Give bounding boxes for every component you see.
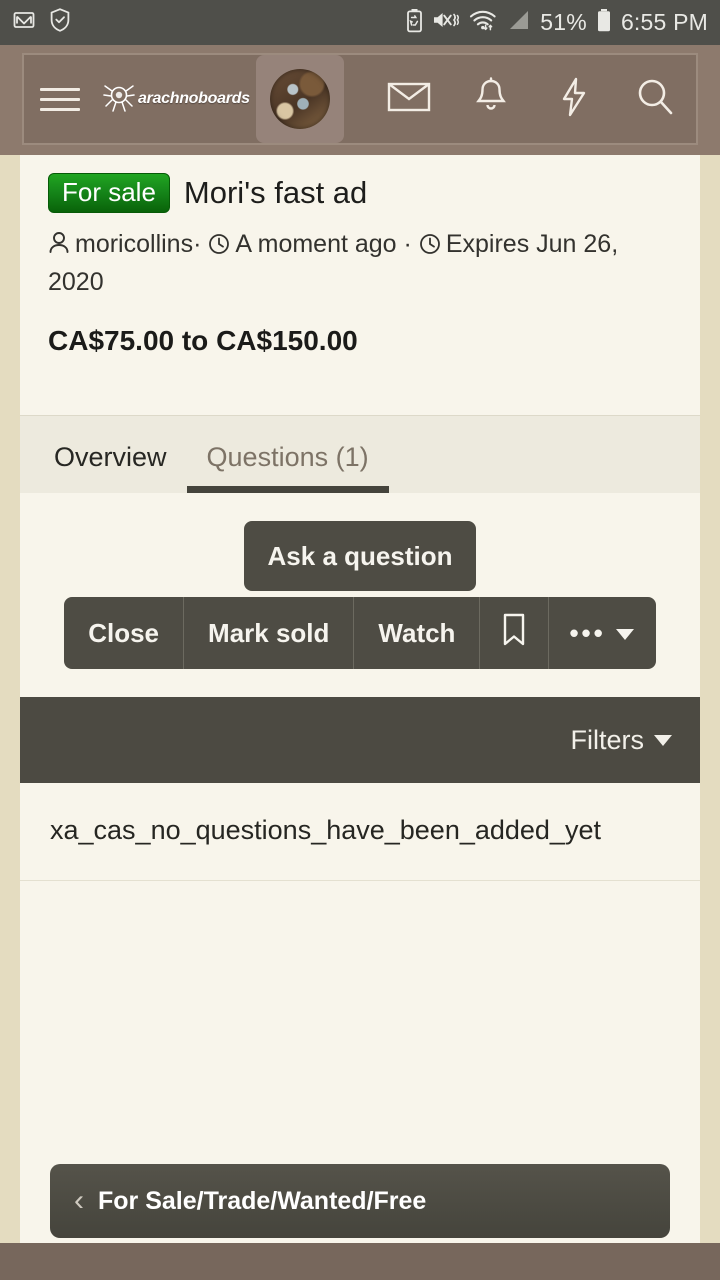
filters-label: Filters: [570, 724, 645, 755]
status-badge: For sale: [48, 173, 170, 213]
bookmark-button[interactable]: [480, 597, 550, 669]
menu-button[interactable]: [24, 55, 96, 143]
chevron-down-icon-filters: [654, 734, 672, 746]
signal-icon: [507, 8, 531, 37]
clock-time: 6:55 PM: [620, 9, 708, 35]
battery-icon: [596, 8, 612, 38]
tab-questions[interactable]: Questions (1): [186, 416, 389, 493]
listing-price: CA$75.00 to CA$150.00: [48, 325, 358, 356]
content-panel: For sale Mori's fast ad moricollins· A m…: [20, 155, 700, 1280]
battery-percent: 51%: [540, 9, 587, 35]
page-title: Mori's fast ad: [183, 175, 368, 210]
whats-new-button[interactable]: [532, 77, 614, 122]
footer-bar: [0, 1243, 720, 1280]
shield-check-icon: [48, 7, 72, 38]
ask-row: Ask a question: [20, 521, 700, 591]
bookmark-icon: [500, 613, 528, 654]
listing-posted: A moment ago: [235, 230, 397, 258]
action-area: Ask a question Close Mark sold Watch •••: [20, 493, 700, 669]
breadcrumb-label[interactable]: For Sale/Trade/Wanted/Free: [98, 1187, 426, 1216]
status-bar-right-icons: 51% 6:55 PM: [406, 8, 708, 38]
avatar: [269, 69, 330, 129]
hamburger-icon: [40, 87, 80, 111]
filter-bar[interactable]: Filters: [20, 697, 700, 783]
alerts-button[interactable]: [450, 76, 532, 122]
meta-separator-1: ·: [193, 230, 202, 258]
title-row: For sale Mori's fast ad: [48, 173, 672, 213]
search-icon: [635, 77, 675, 122]
chevron-left-icon: ‹: [74, 1184, 84, 1217]
clock-icon-posted: [208, 230, 230, 265]
mute-vibrate-icon: [432, 8, 460, 37]
more-options-button[interactable]: •••: [549, 597, 656, 669]
gmail-icon: [12, 8, 36, 37]
battery-saver-icon: [406, 8, 423, 38]
app-nav-bar: arachnoboards: [0, 45, 720, 155]
envelope-icon: [387, 80, 431, 119]
spider-logo-icon: [102, 82, 136, 116]
inbox-button[interactable]: [368, 80, 450, 119]
breadcrumb-area: ‹ For Sale/Trade/Wanted/Free: [20, 1164, 700, 1238]
chevron-down-icon-more: [614, 618, 636, 649]
listing-meta: moricollins· A moment ago · Expires Jun …: [48, 227, 672, 299]
bell-icon: [473, 76, 509, 122]
tab-overview[interactable]: Overview: [34, 416, 187, 493]
listing-action-group: Close Mark sold Watch •••: [20, 597, 700, 669]
tab-questions-underline: [186, 486, 389, 493]
nav-icon-group: [368, 55, 696, 143]
user-icon: [48, 230, 70, 265]
ellipsis-icon: •••: [569, 617, 606, 648]
listing-header: For sale Mori's fast ad moricollins· A m…: [20, 173, 700, 357]
brand-logo[interactable]: arachnoboards: [96, 55, 256, 143]
breadcrumb[interactable]: ‹ For Sale/Trade/Wanted/Free: [50, 1164, 670, 1238]
search-button[interactable]: [614, 77, 696, 122]
brand-name: arachnoboards: [138, 90, 250, 107]
status-bar: 51% 6:55 PM: [0, 0, 720, 45]
questions-empty-state: xa_cas_no_questions_have_been_added_yet: [20, 783, 700, 881]
wifi-icon: [469, 8, 498, 37]
meta-separator-2: ·: [403, 230, 412, 258]
page-body: For sale Mori's fast ad moricollins· A m…: [0, 155, 720, 1280]
mark-sold-button[interactable]: Mark sold: [184, 597, 355, 669]
close-button[interactable]: Close: [64, 597, 185, 669]
filters-control[interactable]: Filters: [570, 724, 672, 756]
avatar-button[interactable]: [255, 55, 344, 143]
tab-bar: Overview Questions (1): [20, 415, 700, 493]
bolt-icon: [558, 77, 588, 122]
tab-questions-label: Questions (1): [206, 442, 369, 472]
ask-question-button[interactable]: Ask a question: [243, 521, 477, 591]
listing-author[interactable]: moricollins: [75, 230, 193, 258]
watch-button[interactable]: Watch: [354, 597, 481, 669]
tab-overview-label: Overview: [54, 442, 167, 472]
status-bar-left-icons: [12, 7, 72, 38]
clock-icon-expires: [419, 230, 441, 265]
